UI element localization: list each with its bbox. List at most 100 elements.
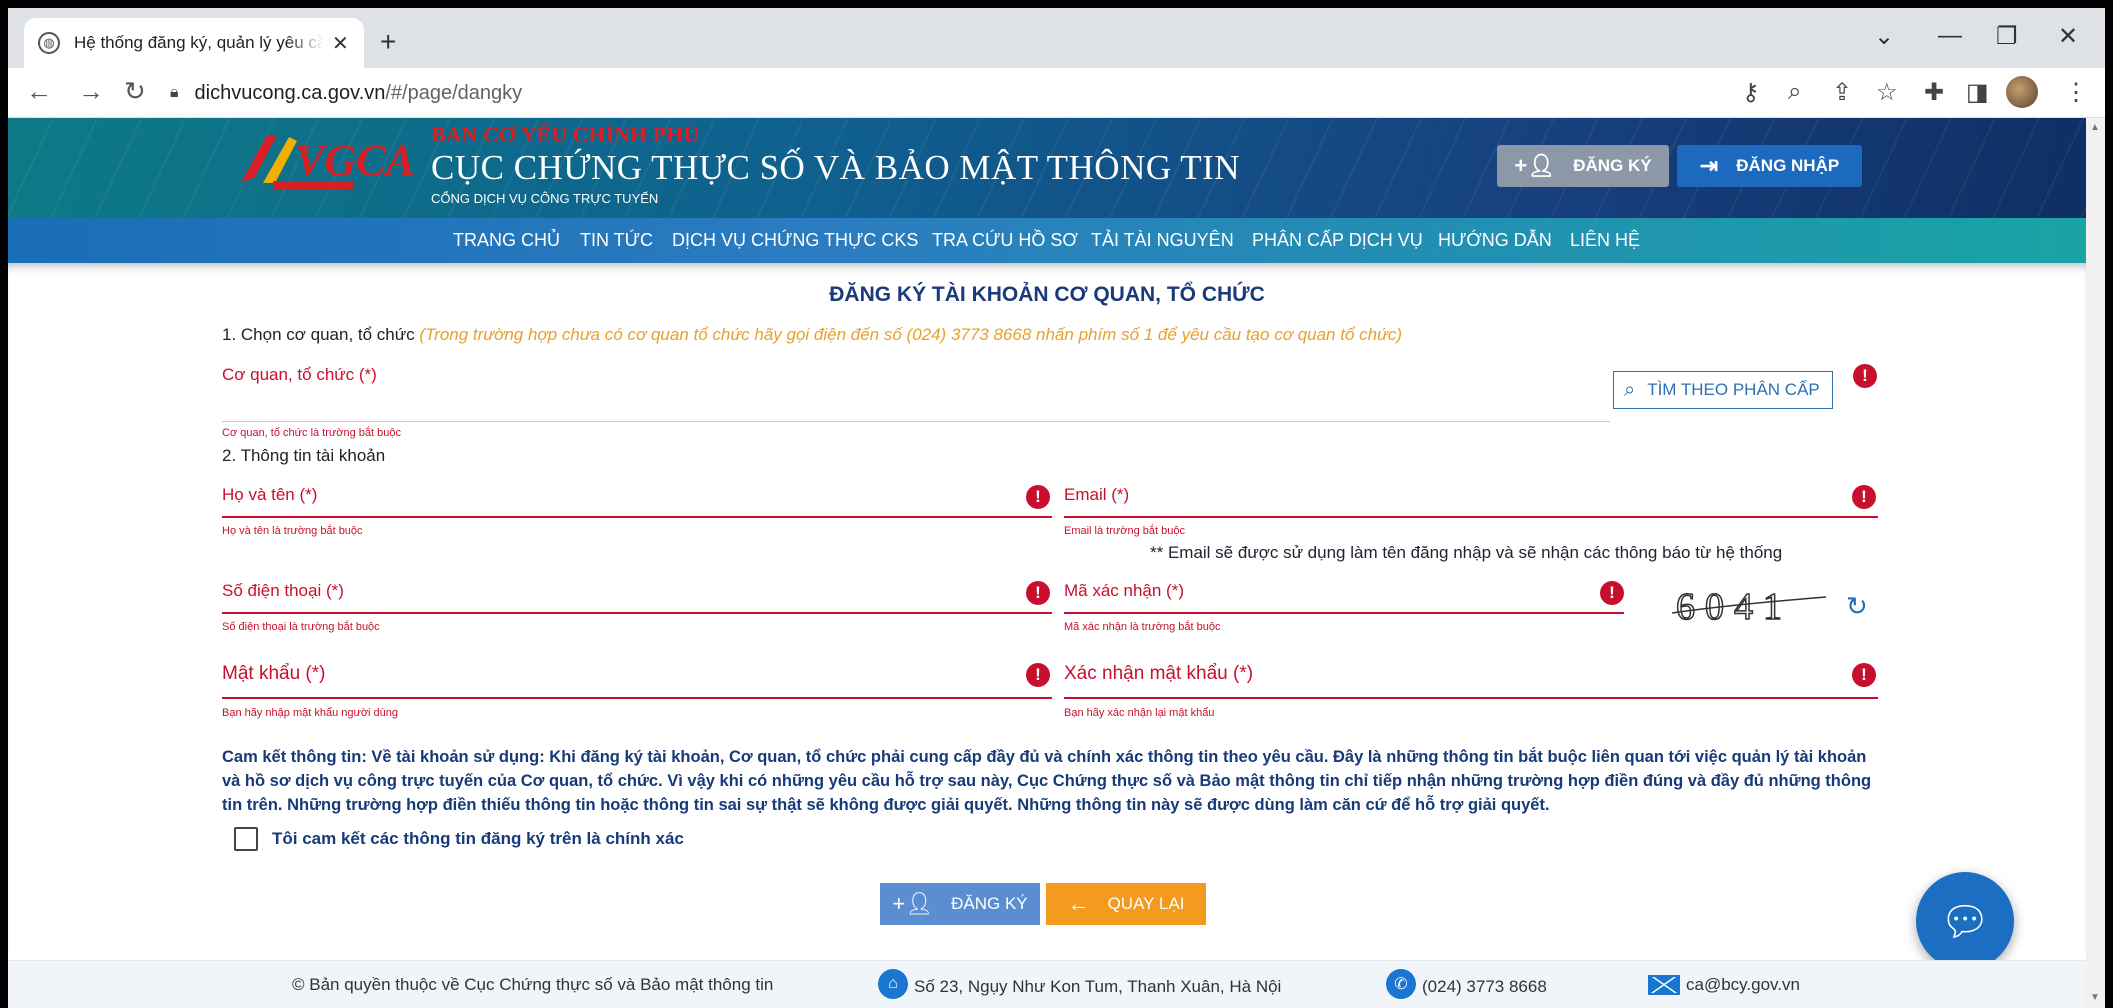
zoom-icon[interactable]: ⌕ [1788,78,1801,106]
add-user-icon: +👤︎ [1514,153,1556,178]
close-window-icon[interactable]: ✕ [2058,22,2078,51]
menu-item-guide[interactable]: HƯỚNG DẪN [1438,230,1552,251]
footer-phone-text: (024) 3773 8668 [1422,977,1547,996]
register-button[interactable]: +👤︎ ĐĂNG KÝ [880,883,1040,925]
main-menu: TRANG CHỦ TIN TỨC DỊCH VỤ CHỨNG THỰC CKS… [8,218,2086,263]
org-field[interactable]: Cơ quan, tổ chức (*) Cơ quan, tổ chức là… [222,365,1616,439]
key-icon[interactable]: ⚷ [1742,78,1760,107]
scroll-up-icon[interactable]: ▲ [2090,122,2100,133]
arrow-left-icon: ← [1067,891,1090,916]
tab-search-icon[interactable]: ⌄ [1874,22,1894,51]
browser-window: ◍ Hệ thống đăng ký, quản lý yêu cầu ✕ + … [8,8,2105,1008]
confirm-password-label: Xác nhận mật khẩu (*) [1064,663,1254,684]
lock-icon[interactable]: 🔒︎ [170,84,179,102]
menu-item-contact[interactable]: LIÊN HỆ [1570,230,1640,251]
search-icon: ⌕ [1624,378,1636,401]
footer-address: ⌂ Số 23, Ngụy Như Kon Tum, Thanh Xuân, H… [878,969,1282,999]
search-by-level-button[interactable]: ⌕ TÌM THEO PHÂN CẤP [1613,371,1833,409]
share-icon[interactable]: ⇪ [1832,78,1852,107]
web-page: VGCA BAN CƠ YẾU CHÍNH PHỦ CỤC CHỨNG THỰC… [8,118,2086,1008]
new-tab-button[interactable]: + [380,26,396,58]
scroll-down-icon[interactable]: ▼ [2090,992,2100,1003]
agree-label: Tôi cam kết các thông tin đăng ký trên l… [272,829,684,848]
org-label: Cơ quan, tổ chức (*) [222,365,377,384]
browser-tab[interactable]: ◍ Hệ thống đăng ký, quản lý yêu cầu ✕ [24,18,364,68]
menu-item-cks-service[interactable]: DỊCH VỤ CHỨNG THỰC CKS [672,230,918,251]
confirm-password-help: Bạn hãy xác nhận lại mật khẩu [1064,707,1215,719]
confirm-password-error-icon: ! [1852,663,1876,687]
phone-underline [222,612,1052,614]
footer-email[interactable]: ca@bcy.gov.vn [1648,975,1800,995]
captcha-field[interactable]: Mã xác nhận (*) ! Mã xác nhận là trường … [1064,581,1624,637]
full-name-underline [222,516,1052,518]
brand-top: BAN CƠ YẾU CHÍNH PHỦ [431,122,700,147]
agree-checkbox-row[interactable]: Tôi cam kết các thông tin đăng ký trên l… [234,827,684,851]
browser-toolbar: ← → ↻ 🔒︎ dichvucong.ca.gov.vn/#/page/dan… [8,68,2105,118]
tab-title: Hệ thống đăng ký, quản lý yêu cầu [74,33,324,52]
brand-subtitle: CỔNG DỊCH VỤ CÔNG TRỰC TUYẾN [431,191,659,206]
menu-item-download[interactable]: TẢI TÀI NGUYÊN [1091,230,1234,251]
menu-dots-icon[interactable]: ⋮ [2064,78,2088,107]
restore-icon[interactable]: ❐ [1996,22,2018,51]
full-name-help: Họ và tên là trường bắt buộc [222,525,363,537]
full-name-error-icon: ! [1026,485,1050,509]
page-scrollbar[interactable]: ▲ ▼ [2086,118,2105,1008]
menu-item-news[interactable]: TIN TỨC [580,230,653,251]
url-host: dichvucong.ca.gov.vn [194,81,386,104]
search-by-level-label: TÌM THEO PHÂN CẤP [1647,380,1820,399]
password-field[interactable]: Mật khẩu (*) ! Bạn hãy nhập mật khẩu ngư… [222,663,1052,719]
header-login-button[interactable]: ⇥ ĐĂNG NHẬP [1677,145,1862,187]
header-register-button[interactable]: +👤︎ ĐĂNG KÝ [1497,145,1669,187]
full-name-field[interactable]: Họ và tên (*) ! Họ và tên là trường bắt … [222,485,1052,541]
email-help: Email là trường bắt buộc [1064,525,1185,537]
phone-error-icon: ! [1026,581,1050,605]
password-error-icon: ! [1026,663,1050,687]
minimize-icon[interactable]: — [1938,22,1962,50]
header-login-label: ĐĂNG NHẬP [1736,156,1840,175]
section-1-heading: 1. Chọn cơ quan, tổ chức (Trong trường h… [222,325,1402,345]
phone-label: Số điện thoại (*) [222,581,344,600]
confirm-password-field[interactable]: Xác nhận mật khẩu (*) ! Bạn hãy xác nhận… [1064,663,1878,719]
reload-icon[interactable]: ↻ [124,76,146,107]
logo-text: VGCA [295,136,413,185]
full-name-label: Họ và tên (*) [222,485,318,504]
captcha-underline [1064,612,1624,614]
captcha-label: Mã xác nhận (*) [1064,581,1184,600]
url-path: /#/page/dangky [385,81,523,104]
menu-item-service-level[interactable]: PHÂN CẤP DỊCH VỤ [1252,230,1423,251]
site-footer: © Bản quyền thuộc về Cục Chứng thực số v… [8,960,2086,1008]
email-note: ** Email sẽ được sử dụng làm tên đăng nh… [1150,543,1783,562]
section-1-label: 1. Chọn cơ quan, tổ chức [222,325,415,344]
header-register-label: ĐĂNG KÝ [1573,156,1652,175]
back-button[interactable]: ← QUAY LẠI [1046,883,1206,925]
profile-avatar[interactable] [2006,76,2038,108]
star-icon[interactable]: ☆ [1876,78,1898,107]
captcha-error-icon: ! [1600,581,1624,605]
close-icon[interactable]: ✕ [332,31,349,56]
email-underline [1064,516,1878,518]
footer-phone: ✆ (024) 3773 8668 [1386,969,1547,999]
phone-field[interactable]: Số điện thoại (*) ! Số điện thoại là trư… [222,581,1052,637]
refresh-icon[interactable]: ↻ [1846,591,1868,622]
sidepanel-icon[interactable]: ◨ [1966,78,1989,107]
menu-item-lookup[interactable]: TRA CỨU HỒ SƠ [932,230,1078,251]
footer-address-text: Số 23, Ngụy Như Kon Tum, Thanh Xuân, Hà … [914,977,1282,996]
confirm-password-underline [1064,697,1878,699]
email-field[interactable]: Email (*) ! Email là trường bắt buộc [1064,485,1878,541]
add-user-icon: +👤︎ [892,891,934,916]
footer-email-text[interactable]: ca@bcy.gov.vn [1686,975,1800,995]
forward-arrow-icon[interactable]: → [78,76,104,107]
phone-icon: ✆ [1386,969,1416,999]
extensions-icon[interactable]: ✚ [1924,78,1944,107]
address-bar[interactable]: 🔒︎ dichvucong.ca.gov.vn/#/page/dangky [170,74,1898,112]
tab-strip: ◍ Hệ thống đăng ký, quản lý yêu cầu ✕ + … [8,8,2105,68]
section-2-heading: 2. Thông tin tài khoản [222,446,386,465]
back-arrow-icon[interactable]: ← [26,76,52,107]
org-underline [222,421,1610,422]
chat-button[interactable]: 💬︎ [1916,872,2014,970]
password-label: Mật khẩu (*) [222,663,326,684]
agree-checkbox[interactable] [234,827,258,851]
menu-item-home[interactable]: TRANG CHỦ [453,230,560,251]
pledge-text: Cam kết thông tin: Về tài khoản sử dụng:… [222,748,1872,814]
register-button-label: ĐĂNG KÝ [951,894,1028,913]
